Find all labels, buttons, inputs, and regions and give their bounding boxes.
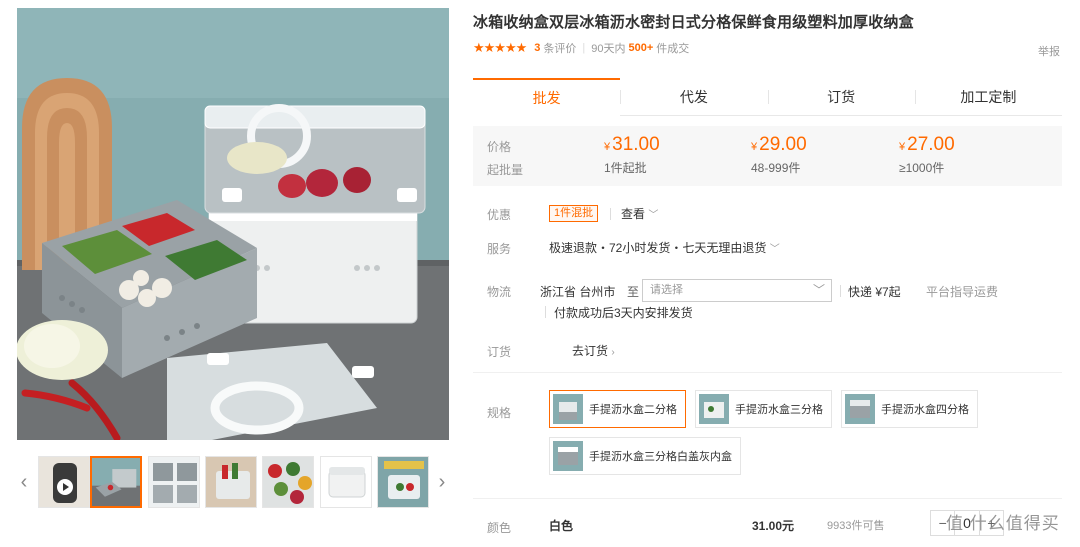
thumbnail-2[interactable] xyxy=(90,456,142,508)
thumbnail-image xyxy=(92,458,140,506)
product-title: 冰箱收纳盒双层冰箱沥水密封日式分格保鲜食用级塑料加厚收纳盒 xyxy=(473,14,914,31)
thumbnail-prev-button[interactable]: ‹ xyxy=(17,454,31,510)
divider-line xyxy=(840,285,841,297)
product-photo xyxy=(17,8,449,440)
tab-customize[interactable]: 加工定制 xyxy=(914,78,1062,115)
thumbnail-strip: ‹ › xyxy=(17,454,449,510)
review-count[interactable]: 3 xyxy=(534,42,540,54)
order-label: 订货 xyxy=(487,345,512,359)
stock-count: 9933件可售 xyxy=(827,520,885,532)
moq-label: 起批量 xyxy=(487,163,524,177)
tier-range: 48-999件 xyxy=(751,161,801,175)
price-tier-2: ¥29.00 48-999件 xyxy=(751,134,807,176)
spec-option-label: 手提沥水盒三分格 xyxy=(735,404,823,416)
tier-price: 27.00 xyxy=(907,134,955,155)
destination-select[interactable]: 请选择 ﹀ xyxy=(642,279,832,302)
price-label: 价格 xyxy=(487,140,512,154)
ship-origin: 浙江省 台州市 xyxy=(540,285,616,299)
destination-placeholder: 请选择 xyxy=(650,284,683,296)
purchase-mode-tabs: 批发 代发 订货 加工定制 xyxy=(473,78,1062,116)
tier-range: 1件起批 xyxy=(604,161,647,175)
see-more-label: 查看 xyxy=(621,207,646,221)
freight-guide-link[interactable]: 平台指导运费 xyxy=(926,283,998,300)
thumbnail-image xyxy=(263,457,313,507)
tab-order[interactable]: 订货 xyxy=(767,78,915,115)
spec-option-label: 手提沥水盒三分格白盖灰内盒 xyxy=(589,451,732,463)
thumbnail-5[interactable] xyxy=(262,456,314,508)
product-meta: ★★★★★ 3 条评价 | 90天内 500+ 件成交 xyxy=(473,40,689,56)
thumbnail-next-button[interactable]: › xyxy=(435,454,449,510)
currency-symbol: ¥ xyxy=(899,141,906,153)
price-tier-3: ¥27.00 ≥1000件 xyxy=(899,134,955,176)
chevron-right-icon: › xyxy=(611,347,615,358)
thumbnail-4[interactable] xyxy=(205,456,257,508)
spec-option-1[interactable]: 手提沥水盒二分格 xyxy=(549,390,686,428)
currency-symbol: ¥ xyxy=(751,141,758,153)
spec-label: 规格 xyxy=(487,406,512,420)
report-link[interactable]: 举报 xyxy=(1038,43,1060,59)
color-label: 颜色 xyxy=(487,521,512,535)
go-order-link[interactable]: 去订货 › xyxy=(572,342,615,359)
sold-label: 件成交 xyxy=(656,43,690,55)
chevron-down-icon: ﹀ xyxy=(812,283,825,297)
shipping-note: 付款成功后3天内安排发货 xyxy=(554,306,693,320)
chevron-down-icon: ﹀ xyxy=(769,244,780,255)
spec-thumbnail xyxy=(553,394,583,424)
tier-price: 31.00 xyxy=(612,134,660,155)
ship-to-label: 至 xyxy=(627,285,640,299)
logistics-label: 物流 xyxy=(487,285,512,299)
spec-option-4[interactable]: 手提沥水盒三分格白盖灰内盒 xyxy=(549,437,741,475)
review-label[interactable]: 条评价 xyxy=(543,40,576,56)
tab-dropship[interactable]: 代发 xyxy=(620,78,767,115)
promo-see-more-link[interactable]: 查看 ﹀ xyxy=(621,205,658,222)
mixed-batch-badge: 1件混批 xyxy=(549,205,599,222)
spec-thumbnail xyxy=(845,394,875,424)
service-guarantees[interactable]: 极速退款・72小时发货・七天无理由退货 ﹀ xyxy=(549,239,780,256)
thumbnail-image xyxy=(321,457,371,507)
price-tier-1: ¥31.00 1件起批 xyxy=(604,134,660,176)
thumbnail-3[interactable] xyxy=(148,456,200,508)
color-name: 白色 xyxy=(549,519,574,533)
price-panel: 价格 起批量 ¥31.00 1件起批 ¥29.00 48-999件 ¥27.00… xyxy=(473,126,1062,186)
service-label: 服务 xyxy=(487,242,512,256)
sold-period: 90天内 xyxy=(591,43,626,55)
go-order-label: 去订货 xyxy=(572,344,609,358)
meta-separator: | xyxy=(582,42,586,54)
spec-option-label: 手提沥水盒二分格 xyxy=(589,404,677,416)
spec-thumbnail xyxy=(553,441,583,471)
service-text: 极速退款・72小时发货・七天无理由退货 xyxy=(549,241,767,255)
tab-wholesale[interactable]: 批发 xyxy=(473,78,621,116)
spec-thumbnail xyxy=(699,394,729,424)
thumbnail-image xyxy=(378,457,428,507)
thumbnail-image xyxy=(39,457,89,507)
thumbnail-image xyxy=(149,457,199,507)
section-divider xyxy=(473,498,1062,499)
spec-option-3[interactable]: 手提沥水盒四分格 xyxy=(841,390,978,428)
spec-option-label: 手提沥水盒四分格 xyxy=(881,404,969,416)
thumbnail-6[interactable] xyxy=(320,456,372,508)
promo-label: 优惠 xyxy=(487,208,512,222)
chevron-down-icon: ﹀ xyxy=(648,210,659,221)
express-fee: 快递 ¥7起 xyxy=(848,285,901,299)
sold-count: 500+ xyxy=(628,42,654,54)
currency-symbol: ¥ xyxy=(604,141,611,153)
thumbnail-1[interactable] xyxy=(38,456,90,508)
divider-line xyxy=(545,306,546,318)
tier-price: 29.00 xyxy=(759,134,807,155)
thumbnail-image xyxy=(206,457,256,507)
tier-range: ≥1000件 xyxy=(899,161,945,175)
thumbnail-7[interactable] xyxy=(377,456,429,508)
divider-line xyxy=(610,208,611,220)
color-price: 31.00元 xyxy=(752,519,795,533)
rating-stars-icon: ★★★★★ xyxy=(473,40,527,55)
main-product-image[interactable] xyxy=(17,8,449,440)
section-divider xyxy=(473,372,1062,373)
site-watermark: 值 什么值得买 xyxy=(946,514,1060,533)
spec-option-2[interactable]: 手提沥水盒三分格 xyxy=(695,390,832,428)
